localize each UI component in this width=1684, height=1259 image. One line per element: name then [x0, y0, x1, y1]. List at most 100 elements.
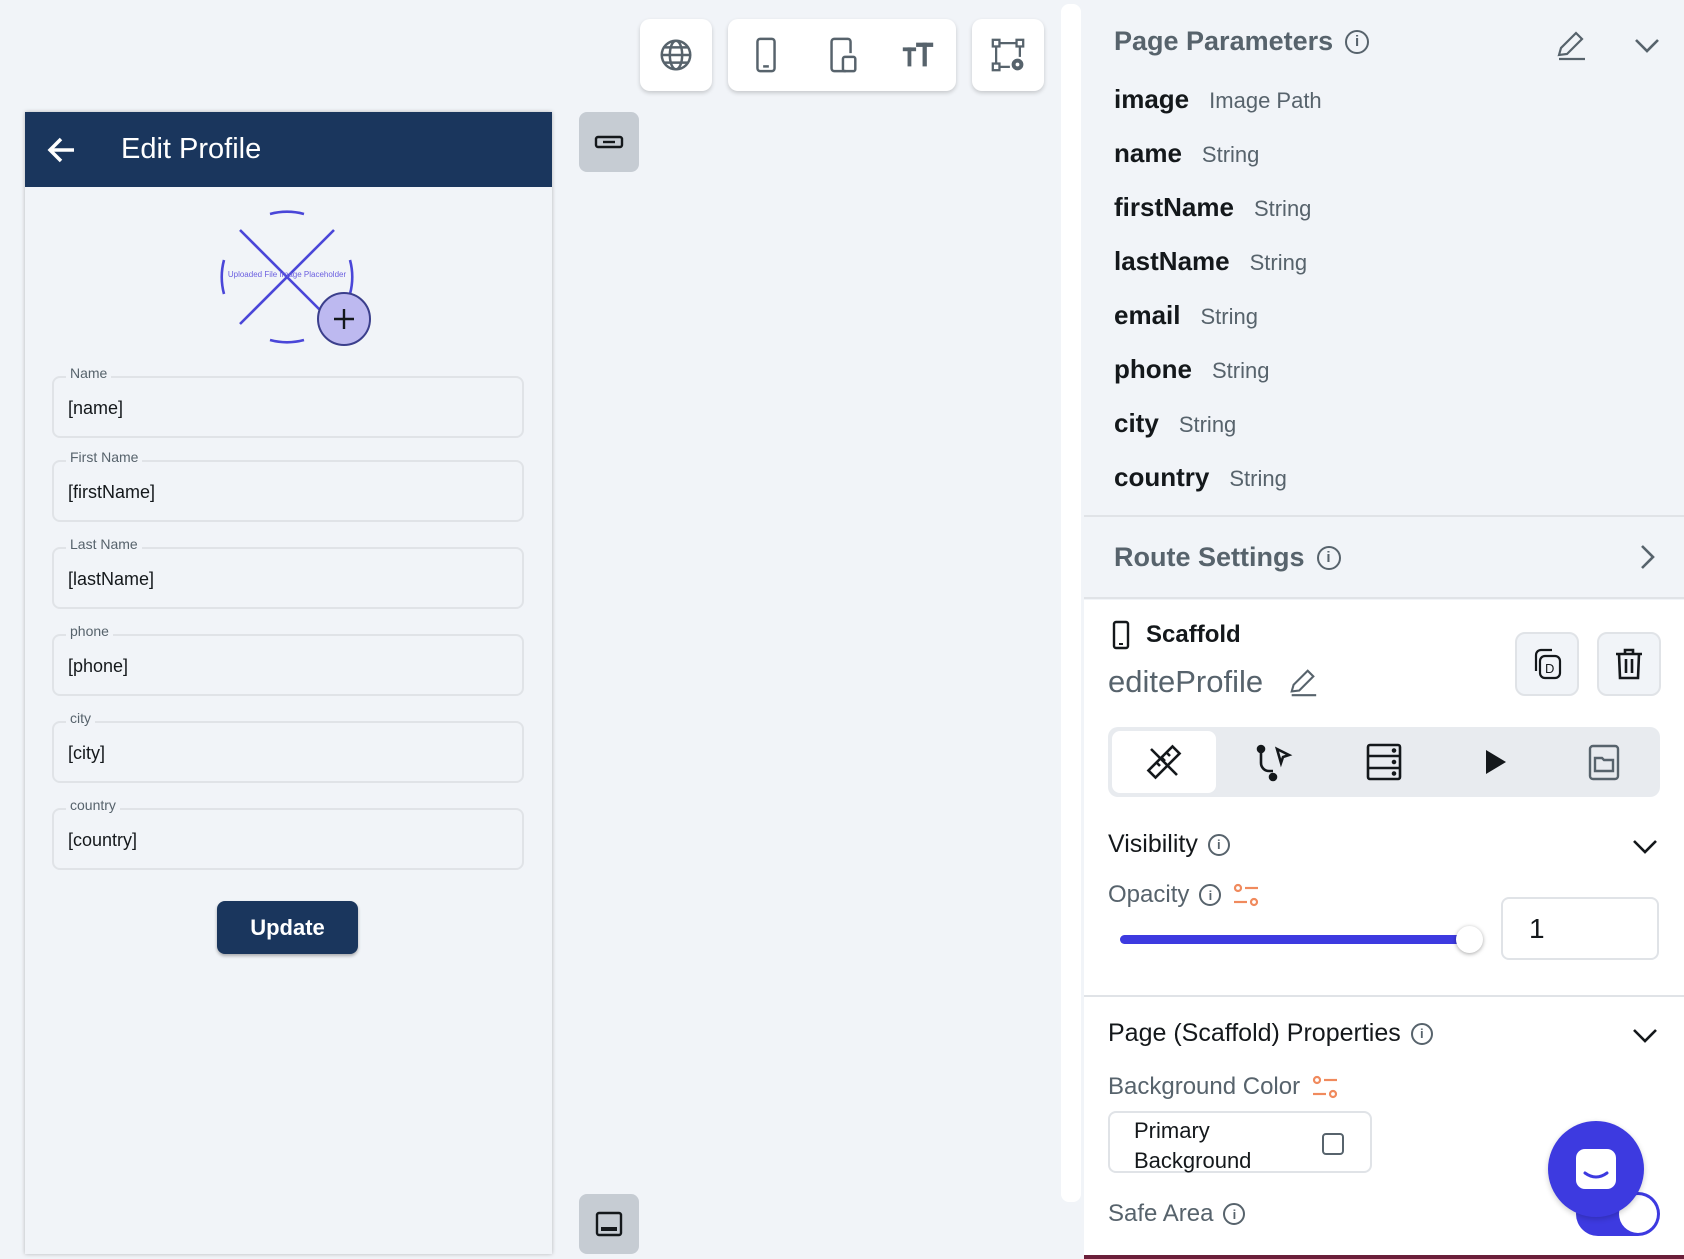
safe-area-label-row: Safe Area i: [1108, 1200, 1246, 1228]
scaffold-label-row: Scaffold: [1108, 620, 1241, 650]
settings-toolbar: [972, 19, 1044, 91]
divider: [1084, 515, 1684, 517]
bottom-panel-toggle-button[interactable]: [579, 1194, 639, 1254]
first-name-field[interactable]: First Name [firstName]: [52, 449, 524, 522]
tab-animations[interactable]: [1442, 731, 1546, 793]
edit-name-icon[interactable]: [1287, 666, 1319, 698]
visibility-header[interactable]: Visibility i: [1108, 830, 1230, 859]
country-field[interactable]: country [country]: [52, 797, 524, 870]
param-row: name String: [1114, 138, 1259, 169]
globe-icon[interactable]: [646, 25, 706, 85]
page-properties-header[interactable]: Page (Scaffold) Properties i: [1108, 1019, 1433, 1048]
param-row: firstName String: [1114, 192, 1311, 223]
field-label: Last Name: [66, 536, 142, 552]
info-icon[interactable]: i: [1345, 29, 1370, 54]
field-label: Name: [66, 365, 112, 381]
image-placeholder-text: Uploaded File Image Placeholder: [227, 270, 347, 279]
field-label: city: [66, 710, 95, 726]
param-type: String: [1249, 250, 1308, 275]
keyboard-toggle-button[interactable]: [579, 112, 639, 172]
delete-button[interactable]: [1597, 632, 1661, 696]
tab-page-state[interactable]: [1552, 731, 1656, 793]
phone-field[interactable]: phone [phone]: [52, 623, 524, 696]
text-size-icon[interactable]: [888, 25, 948, 85]
safe-area-label: Safe Area: [1108, 1200, 1214, 1227]
ruler-pencil-icon: [1146, 744, 1182, 780]
tab-properties[interactable]: [1112, 731, 1216, 793]
scaffold-label: Scaffold: [1146, 621, 1241, 648]
background-color-label: Background Color: [1108, 1073, 1301, 1100]
param-name: phone: [1114, 354, 1192, 384]
chat-icon: [1576, 1149, 1616, 1189]
divider: [1084, 995, 1684, 997]
param-row: image Image Path: [1114, 84, 1322, 115]
info-icon[interactable]: i: [1316, 545, 1341, 570]
param-row: phone String: [1114, 354, 1269, 385]
tab-backend-query[interactable]: [1332, 731, 1436, 793]
city-field[interactable]: city [city]: [52, 710, 524, 783]
route-settings-header[interactable]: Route Settings i: [1114, 542, 1341, 573]
folder-icon: [1588, 744, 1620, 781]
param-name: city: [1114, 408, 1159, 438]
param-name: name: [1114, 138, 1182, 168]
keyboard-icon: [594, 135, 624, 149]
name-field[interactable]: Name [name]: [52, 365, 524, 438]
chevron-down-icon[interactable]: [1630, 1020, 1660, 1055]
param-name: email: [1114, 300, 1181, 330]
widget-tab-bar: [1108, 727, 1660, 797]
opacity-slider[interactable]: [1120, 926, 1483, 953]
param-type: String: [1253, 196, 1312, 221]
chevron-down-icon[interactable]: [1632, 30, 1662, 65]
opacity-label-row: Opacity i: [1108, 880, 1261, 910]
app-bar: Edit Profile: [25, 112, 552, 187]
page-parameters-header[interactable]: Page Parameters i: [1114, 26, 1370, 57]
edit-parameters-icon[interactable]: [1554, 28, 1588, 67]
field-value: [phone]: [68, 656, 129, 676]
info-icon[interactable]: i: [1207, 833, 1230, 856]
background-color-label-row: Background Color: [1108, 1072, 1340, 1102]
opacity-label: Opacity: [1108, 881, 1190, 908]
language-toolbar: [640, 19, 712, 91]
info-icon[interactable]: i: [1410, 1022, 1433, 1045]
opacity-input[interactable]: 1: [1501, 897, 1659, 960]
profile-image-picker[interactable]: Uploaded File Image Placeholder: [220, 210, 371, 350]
database-icon: [1366, 743, 1402, 781]
back-arrow-icon[interactable]: [25, 112, 99, 187]
tab-actions[interactable]: [1222, 731, 1326, 793]
add-photo-button[interactable]: [317, 292, 371, 346]
divider: [1084, 597, 1684, 599]
tablet-icon[interactable]: [812, 25, 872, 85]
device-toolbar: [728, 19, 956, 91]
variable-icon[interactable]: [1231, 880, 1261, 910]
duplicate-button[interactable]: D: [1515, 632, 1579, 696]
chevron-down-icon[interactable]: [1630, 831, 1660, 866]
phone-preview: Edit Profile Uploaded File Image Placeho…: [25, 112, 552, 1254]
opacity-slider-thumb[interactable]: [1456, 926, 1483, 953]
param-type: String: [1178, 412, 1237, 437]
update-button[interactable]: Update: [217, 901, 358, 954]
play-icon: [1486, 750, 1506, 774]
graph-settings-icon[interactable]: [978, 25, 1038, 85]
background-color-picker[interactable]: Primary Background: [1108, 1111, 1372, 1173]
page-name-row: editeProfile: [1108, 664, 1319, 700]
support-chat-button[interactable]: [1548, 1121, 1644, 1217]
chevron-right-icon[interactable]: [1632, 542, 1662, 577]
visibility-title: Visibility: [1108, 830, 1198, 858]
param-type: String: [1212, 358, 1270, 383]
param-type: String: [1200, 304, 1258, 329]
app-bar-title: Edit Profile: [121, 133, 262, 165]
variable-icon[interactable]: [1310, 1072, 1340, 1102]
last-name-field[interactable]: Last Name [lastName]: [52, 536, 524, 609]
param-name: lastName: [1114, 246, 1230, 276]
info-icon[interactable]: i: [1199, 884, 1222, 906]
param-type: String: [1229, 466, 1287, 491]
param-name: country: [1114, 462, 1210, 492]
param-row: city String: [1114, 408, 1236, 439]
field-value: [name]: [68, 398, 124, 418]
info-icon[interactable]: i: [1223, 1203, 1246, 1225]
field-value: [lastName]: [68, 569, 155, 589]
window-bottom-edge: [1084, 1255, 1684, 1259]
phone-icon[interactable]: [736, 25, 796, 85]
param-row: email String: [1114, 300, 1258, 331]
canvas-scrollbar[interactable]: [1061, 4, 1081, 1202]
